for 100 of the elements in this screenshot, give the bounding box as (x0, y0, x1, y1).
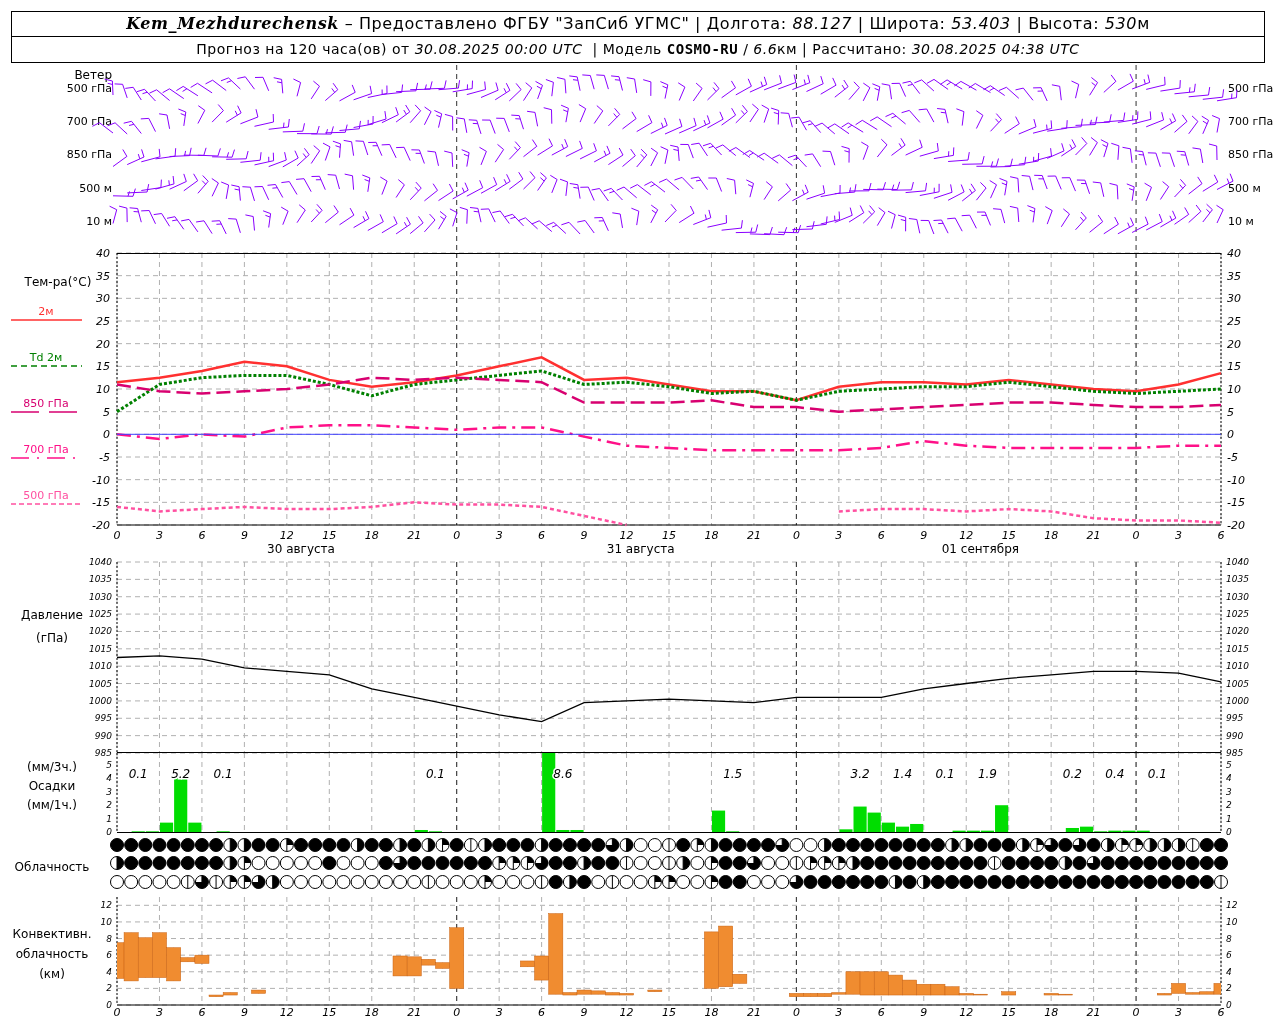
precipitation-sum: 1.4 (893, 767, 913, 781)
axis-tick-label: 21 (407, 1006, 422, 1019)
axis-tick-label: 4 (106, 966, 112, 977)
axis-tick-label: 20 (1227, 337, 1241, 351)
axis-tick-label: 15 (662, 1006, 676, 1019)
axis-tick-label: 1 (1226, 813, 1232, 824)
axis-tick-label: 6 (106, 950, 112, 961)
axis-tick-label: 9 (240, 529, 248, 542)
axis-tick-label: 18 (704, 529, 719, 542)
axis-tick-label: 8 (1226, 933, 1232, 944)
axis-tick-label: 2 (106, 800, 112, 811)
axis-tick-label: 3 (1226, 786, 1232, 797)
axis-tick-label: 1035 (1226, 574, 1249, 585)
axis-tick-label: -10 (92, 473, 110, 487)
forecast-info: Прогноз на 120 часа(ов) от 30.08.2025 00:00 UTC | Модель COSMO-RU / 6.6км | Рассчитано: 30.08.2025 04:38 UTC (195, 40, 1081, 60)
precipitation-sum: 0.4 (1105, 767, 1125, 781)
precipitation-sum: 1.5 (723, 767, 743, 781)
axis-tick-label: 3 (835, 1006, 843, 1019)
axis-tick-label: 0 (453, 1006, 461, 1019)
axis-tick-label: 12 (100, 900, 112, 911)
axis-tick-label: 990 (1226, 730, 1244, 741)
chart-title: Конвективн. (12, 927, 92, 941)
chart-title: облачность (15, 947, 89, 961)
axis-tick-label: 21 (407, 529, 422, 542)
axis-tick-label: 6 (198, 529, 206, 542)
legend-label: 850 гПа (23, 397, 69, 410)
axis-tick-label: 1005 (89, 678, 112, 689)
precipitation-sum: 3.2 (850, 767, 870, 781)
axis-tick-label: 1010 (89, 661, 112, 672)
axis-tick-label: 0 (792, 529, 800, 542)
legend-label: 700 гПа (23, 443, 69, 456)
axis-tick-label: 6 (877, 1006, 885, 1019)
axis-tick-label: 10 (100, 916, 112, 927)
axis-tick-label: 40 (1227, 247, 1241, 260)
axis-tick-label: 0 (1226, 827, 1232, 837)
axis-tick-label: 35 (1227, 269, 1241, 283)
axis-tick-label: -10 (1227, 473, 1245, 487)
axis-tick-label: 0 (1227, 428, 1234, 442)
axis-tick-label: 0 (792, 1006, 800, 1019)
axis-tick-label: 21 (746, 1006, 761, 1019)
axis-tick-label: 15 (1227, 360, 1241, 374)
axis-tick-label: 1025 (1226, 609, 1249, 620)
axis-tick-label: 15 (1001, 529, 1016, 542)
axis-tick-label: 6 (538, 529, 546, 542)
date-label: 30 августа (267, 542, 335, 556)
axis-tick-label: -15 (92, 496, 110, 510)
level-label: 10 м (1228, 215, 1254, 228)
axis-tick-label: 6 (538, 1006, 546, 1019)
axis-tick-label: 990 (94, 730, 112, 741)
axis-tick-label: 6 (1217, 529, 1225, 542)
axis-tick-label: 12 (279, 1006, 294, 1019)
axis-title: (км) (39, 967, 65, 981)
axis-tick-label: -5 (99, 451, 110, 464)
precipitation-sum: 1.9 (977, 767, 997, 781)
axis-tick-label: 18 (364, 1006, 379, 1019)
axis-tick-label: 0 (1132, 529, 1140, 542)
axis-tick-label: 3 (155, 1006, 163, 1019)
axis-tick-label: 9 (580, 529, 588, 542)
axis-tick-label: 5 (106, 760, 112, 771)
axis-tick-label: 15 (96, 360, 110, 374)
axis-tick-label: 10 (96, 383, 110, 396)
axis-tick-label: 15 (662, 529, 676, 542)
axis-tick-label: 8 (106, 933, 112, 944)
level-label: 700 гПа (1228, 115, 1274, 128)
axis-tick-label: 25 (96, 315, 110, 328)
axis-title: Тем-ра(°C) (24, 275, 92, 289)
axis-tick-label: 12 (1226, 900, 1238, 911)
level-label: 850 гПа (66, 148, 112, 161)
axis-tick-label: 0 (113, 1006, 121, 1019)
axis-tick-label: 0 (1132, 1006, 1140, 1019)
axis-tick-label: 18 (704, 1006, 719, 1019)
axis-tick-label: 15 (1001, 1006, 1016, 1019)
axis-title: (мм/3ч.) (26, 760, 78, 774)
axis-tick-label: 12 (619, 529, 634, 542)
axis-tick-label: -20 (92, 519, 110, 532)
precipitation-sum: 0.1 (935, 767, 955, 781)
axis-tick-label: 9 (240, 1006, 248, 1019)
level-label: 850 гПа (1228, 148, 1274, 161)
axis-tick-label: 15 (322, 1006, 337, 1019)
axis-tick-label: 35 (96, 269, 110, 283)
precipitation-sum: 0.2 (1062, 767, 1082, 781)
level-label: 500 м (1228, 182, 1261, 195)
axis-tick-label: 3 (155, 529, 163, 542)
axis-tick-label: 6 (1217, 1006, 1225, 1019)
level-label: 500 гПа (1228, 82, 1274, 95)
axis-tick-label: 4 (1226, 773, 1232, 784)
axis-tick-label: 985 (94, 748, 112, 758)
axis-tick-label: 9 (580, 1006, 588, 1019)
axis-tick-label: 3 (835, 529, 843, 542)
chart-title: Осадки (28, 779, 76, 793)
axis-tick-label: 0 (106, 827, 112, 837)
axis-tick-label: 3 (495, 1006, 503, 1019)
axis-tick-label: 9 (920, 1006, 928, 1019)
axis-tick-label: 1000 (1226, 695, 1249, 706)
axis-tick-label: 1040 (1226, 557, 1249, 567)
axis-tick-label: 9 (920, 529, 928, 542)
axis-tick-label: 1015 (89, 643, 112, 654)
axis-tick-label: 995 (94, 713, 112, 724)
axis-tick-label: 4 (106, 773, 112, 784)
axis-tick-label: 20 (96, 337, 110, 351)
